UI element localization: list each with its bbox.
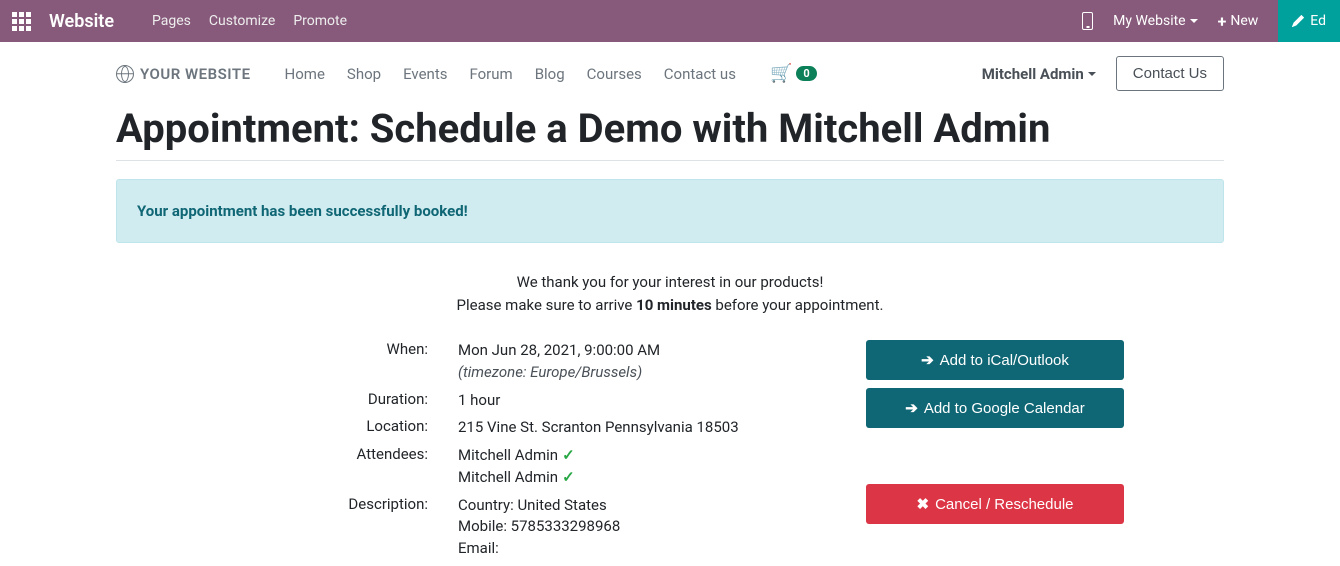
attendee-name: Mitchell Admin — [458, 468, 558, 486]
row-duration: Duration: 1 hour — [278, 390, 838, 412]
pencil-icon — [1292, 15, 1304, 27]
when-value: Mon Jun 28, 2021, 9:00:00 AM (timezone: … — [458, 340, 838, 384]
nav-shop[interactable]: Shop — [347, 65, 381, 83]
ical-label: Add to iCal/Outlook — [940, 352, 1069, 369]
x-icon: ✖ — [917, 495, 930, 513]
attendee-name: Mitchell Admin — [458, 446, 558, 464]
check-icon: ✓ — [562, 446, 575, 464]
new-label: New — [1230, 13, 1258, 29]
caret-down-icon — [1190, 19, 1198, 23]
user-area: Mitchell Admin Contact Us — [982, 56, 1224, 91]
site-logo[interactable]: YOUR WEBSITE — [116, 65, 251, 83]
row-when: When: Mon Jun 28, 2021, 9:00:00 AM (time… — [278, 340, 838, 384]
topnav-pages[interactable]: Pages — [152, 13, 191, 29]
nav-forum[interactable]: Forum — [469, 65, 512, 83]
cart-badge: 0 — [796, 66, 816, 81]
site-header: YOUR WEBSITE Home Shop Events Forum Blog… — [116, 42, 1224, 105]
duration-label: Duration: — [278, 390, 458, 412]
my-website-label: My Website — [1113, 13, 1185, 29]
when-label: When: — [278, 340, 458, 384]
check-icon: ✓ — [562, 468, 575, 486]
intro-bold: 10 minutes — [636, 296, 712, 314]
attendee-item: Mitchell Admin✓ — [458, 467, 838, 489]
success-alert: Your appointment has been successfully b… — [116, 179, 1224, 243]
row-attendees: Attendees: Mitchell Admin✓ Mitchell Admi… — [278, 445, 838, 489]
logo-text: YOUR WEBSITE — [140, 65, 251, 83]
top-bar-right: My Website + New Ed — [1082, 0, 1328, 42]
nav-blog[interactable]: Blog — [535, 65, 565, 83]
nav-home[interactable]: Home — [285, 65, 325, 83]
top-bar: Website Pages Customize Promote My Websi… — [0, 0, 1340, 42]
cart-button[interactable]: 🛒 0 — [770, 63, 817, 84]
when-datetime: Mon Jun 28, 2021, 9:00:00 AM — [458, 340, 838, 362]
top-bar-left: Website Pages Customize Promote — [12, 11, 347, 32]
row-location: Location: 215 Vine St. Scranton Pennsylv… — [278, 417, 838, 439]
cancel-label: Cancel / Reschedule — [935, 496, 1073, 513]
attendee-item: Mitchell Admin✓ — [458, 445, 838, 467]
apps-icon[interactable] — [12, 12, 31, 31]
attendees-value: Mitchell Admin✓ Mitchell Admin✓ — [458, 445, 838, 489]
desc-mobile: Mobile: 5785333298968 — [458, 516, 838, 538]
my-website-dropdown[interactable]: My Website — [1113, 13, 1197, 29]
duration-value: 1 hour — [458, 390, 838, 412]
details-area: When: Mon Jun 28, 2021, 9:00:00 AM (time… — [116, 340, 1224, 566]
nav-courses[interactable]: Courses — [587, 65, 642, 83]
caret-down-icon — [1088, 72, 1096, 76]
user-dropdown[interactable]: Mitchell Admin — [982, 65, 1096, 83]
page-title: Appointment: Schedule a Demo with Mitche… — [116, 105, 1224, 161]
intro-line2: Please make sure to arrive 10 minutes be… — [116, 294, 1224, 317]
user-name: Mitchell Admin — [982, 65, 1084, 83]
gcal-label: Add to Google Calendar — [924, 400, 1085, 417]
intro-text: We thank you for your interest in our pr… — [116, 271, 1224, 316]
intro-suffix: before your appointment. — [712, 296, 884, 314]
add-ical-button[interactable]: ➔ Add to iCal/Outlook — [866, 340, 1124, 380]
plus-icon: + — [1218, 12, 1227, 31]
row-description: Description: Country: United States Mobi… — [278, 495, 838, 560]
nav-events[interactable]: Events — [403, 65, 447, 83]
contact-us-button[interactable]: Contact Us — [1116, 56, 1224, 91]
globe-icon — [116, 65, 134, 83]
add-gcal-button[interactable]: ➔ Add to Google Calendar — [866, 388, 1124, 428]
edit-label: Ed — [1310, 13, 1326, 29]
desc-email: Email: — [458, 538, 838, 560]
description-value: Country: United States Mobile: 578533329… — [458, 495, 838, 560]
actions-column: ➔ Add to iCal/Outlook ➔ Add to Google Ca… — [866, 340, 1124, 566]
page-container: YOUR WEBSITE Home Shop Events Forum Blog… — [116, 42, 1224, 566]
details-table: When: Mon Jun 28, 2021, 9:00:00 AM (time… — [278, 340, 838, 566]
intro-line1: We thank you for your interest in our pr… — [116, 271, 1224, 294]
location-label: Location: — [278, 417, 458, 439]
new-button[interactable]: + New — [1218, 12, 1259, 31]
app-brand[interactable]: Website — [49, 11, 114, 32]
intro-prefix: Please make sure to arrive — [457, 296, 637, 314]
arrow-right-icon: ➔ — [905, 399, 918, 417]
mobile-preview-icon[interactable] — [1082, 12, 1093, 30]
attendees-label: Attendees: — [278, 445, 458, 489]
cancel-reschedule-button[interactable]: ✖ Cancel / Reschedule — [866, 484, 1124, 524]
location-value: 215 Vine St. Scranton Pennsylvania 18503 — [458, 417, 838, 439]
edit-button[interactable]: Ed — [1278, 0, 1340, 42]
arrow-right-icon: ➔ — [921, 351, 934, 369]
topnav-customize[interactable]: Customize — [209, 13, 275, 29]
topnav-promote[interactable]: Promote — [293, 13, 347, 29]
site-nav: Home Shop Events Forum Blog Courses Cont… — [285, 65, 736, 83]
cart-icon: 🛒 — [770, 63, 792, 84]
nav-contact-us[interactable]: Contact us — [664, 65, 736, 83]
desc-country: Country: United States — [458, 495, 838, 517]
when-timezone: (timezone: Europe/Brussels) — [458, 362, 838, 384]
description-label: Description: — [278, 495, 458, 560]
